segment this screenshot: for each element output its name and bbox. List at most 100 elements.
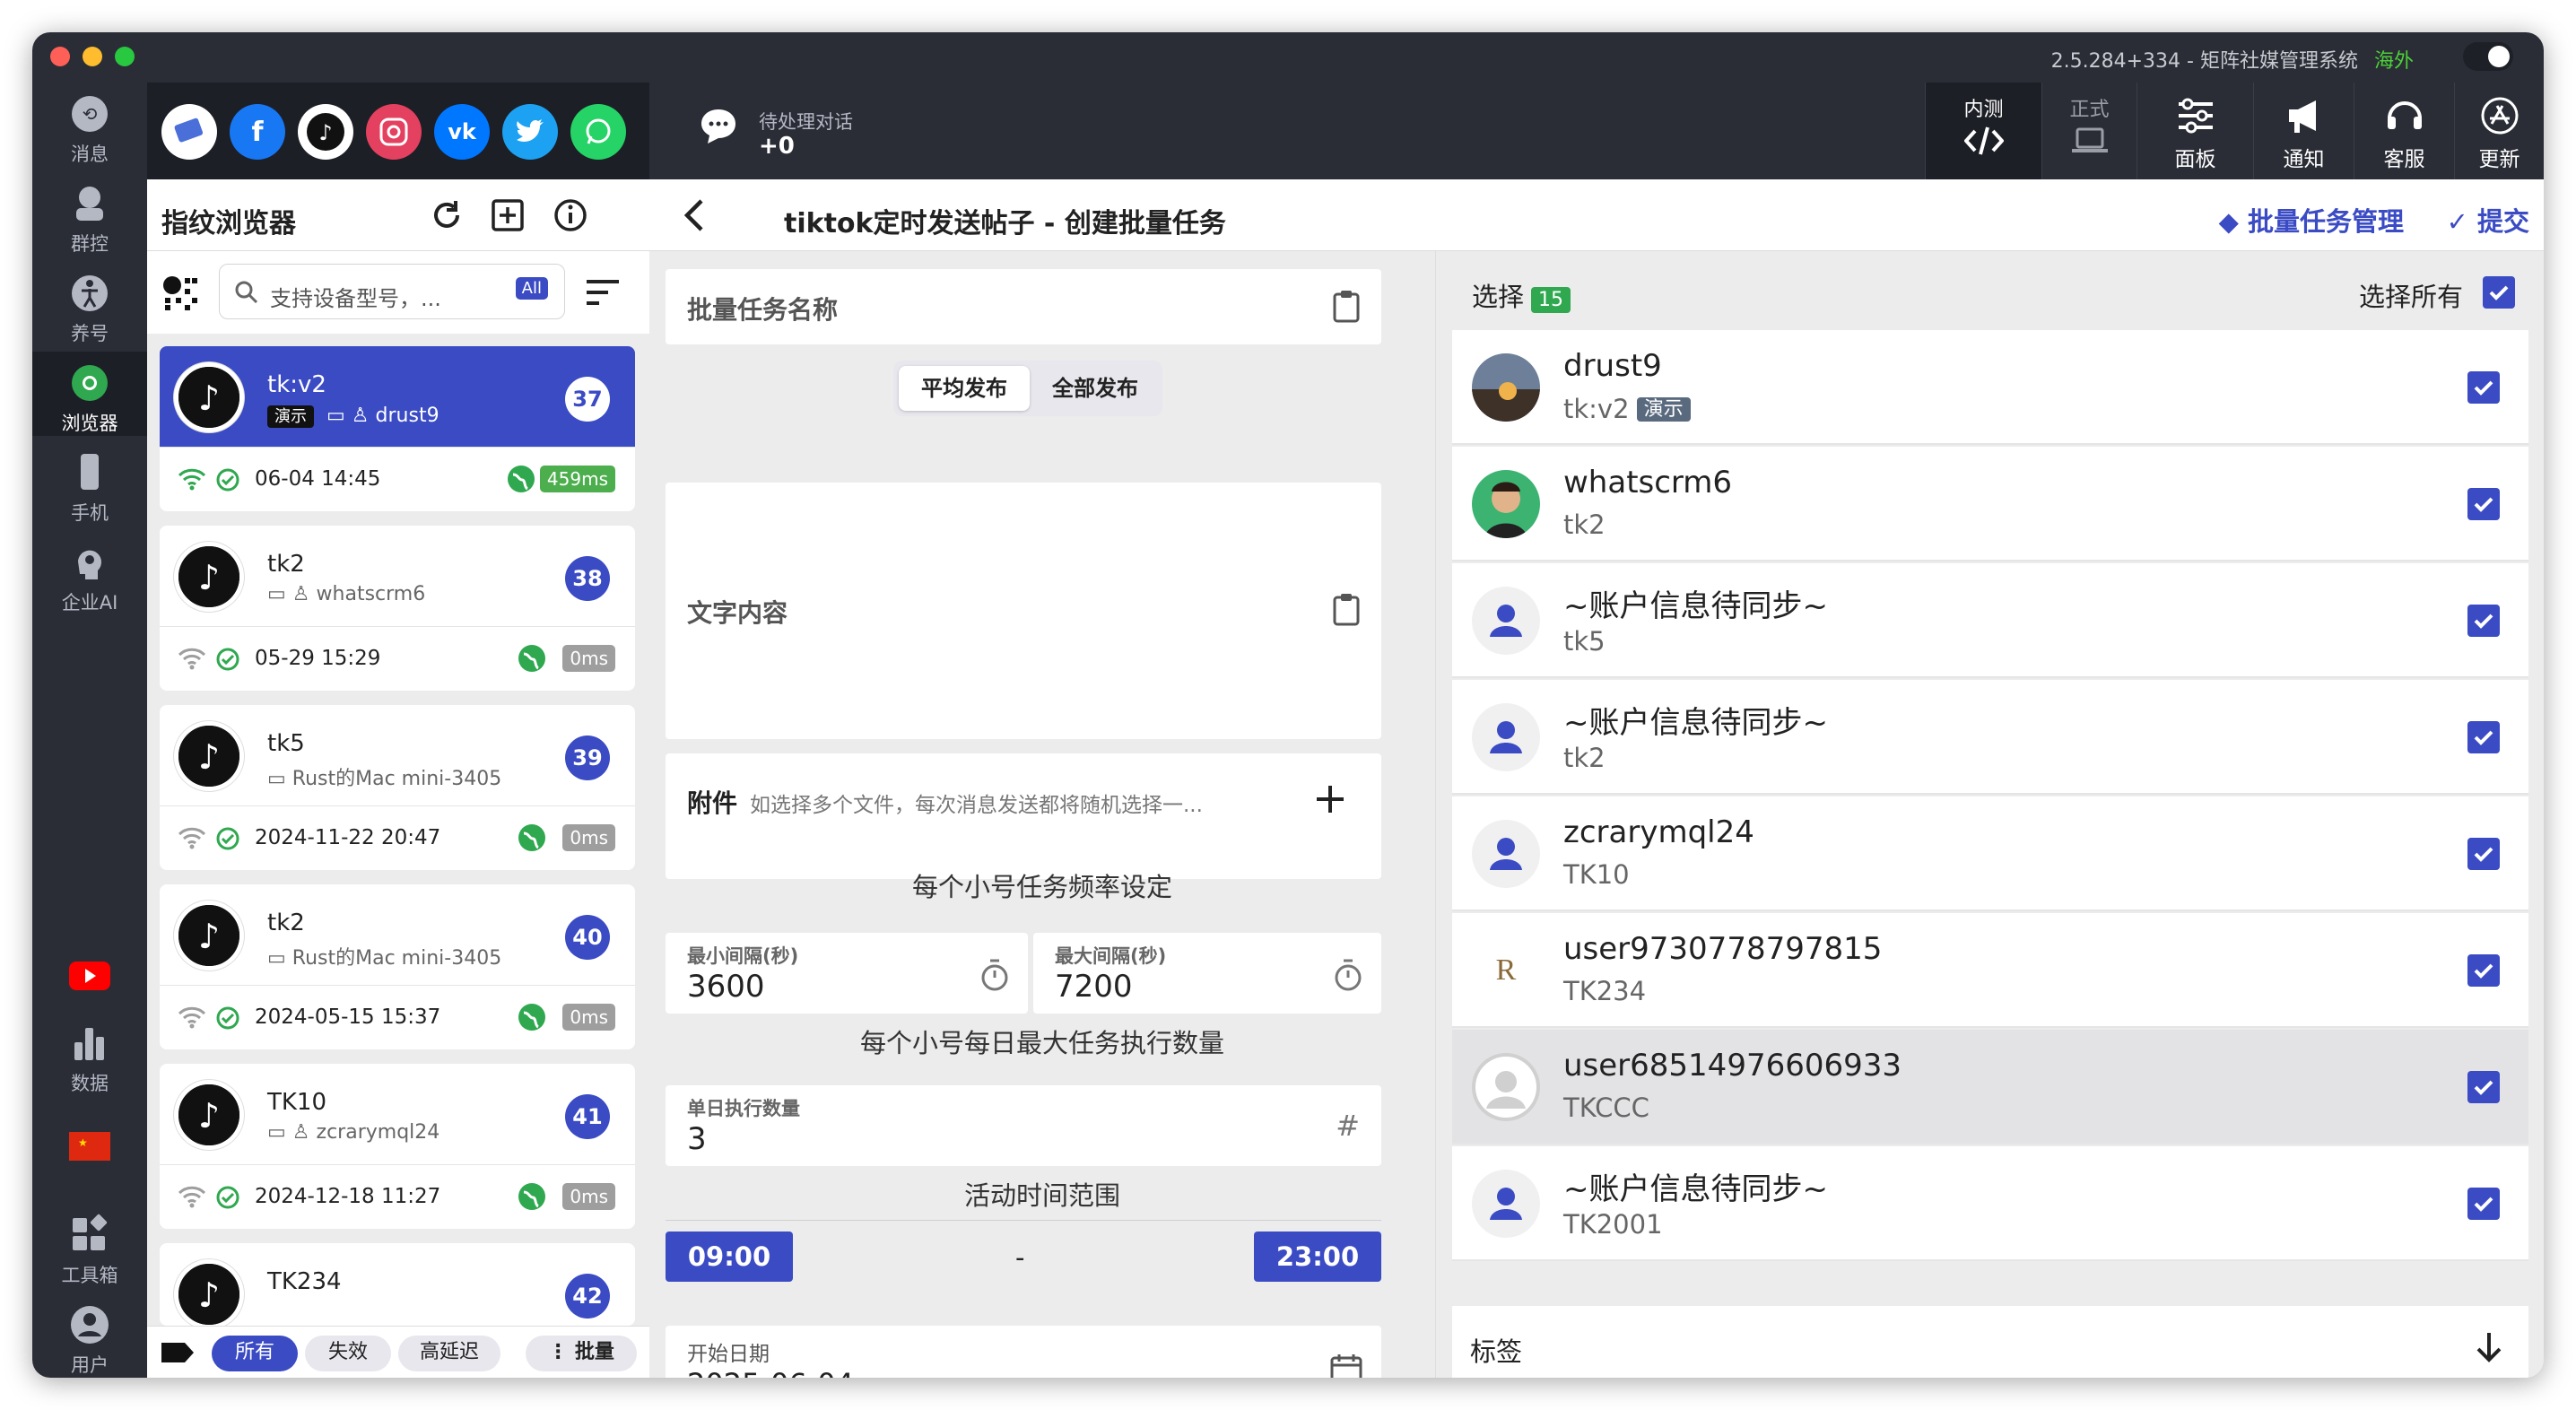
- rail-item-phone[interactable]: 手机: [32, 441, 147, 526]
- mode-all-option[interactable]: 全部发布: [1030, 366, 1161, 411]
- account-row[interactable]: R user9730778797815 TK234: [1452, 913, 2528, 1028]
- close-window-button[interactable]: [50, 47, 70, 66]
- tags-dropdown[interactable]: 标签: [1452, 1306, 2528, 1378]
- attachment-field[interactable]: 附件 如选择多个文件，每次消息发送都将随机选择一...: [666, 753, 1381, 879]
- rail-item-browser[interactable]: 浏览器: [32, 352, 147, 436]
- task-name-field[interactable]: 批量任务名称: [666, 269, 1381, 344]
- add-box-icon[interactable]: [490, 197, 526, 233]
- wifi-icon: [178, 468, 206, 491]
- profile-card[interactable]: ♪ tk2 ▭ Rust的Mac mini-3405 40 2024-05-15…: [160, 884, 635, 1049]
- profile-number: 39: [565, 735, 610, 780]
- twitter-icon[interactable]: [502, 104, 558, 160]
- account-row[interactable]: ~账户信息待同步~ tk5: [1452, 563, 2528, 678]
- account-checkbox[interactable]: [2467, 1071, 2500, 1103]
- account-row[interactable]: drust9 tk:v2 演示: [1452, 330, 2528, 445]
- account-row[interactable]: ~账户信息待同步~ tk2: [1452, 680, 2528, 795]
- filter-all[interactable]: 所有: [212, 1336, 298, 1371]
- rail-item-group-control[interactable]: 群控: [32, 172, 147, 257]
- tiktok-icon[interactable]: ♪: [298, 104, 353, 160]
- last-active-time: 2024-11-22 20:47: [255, 826, 441, 849]
- profile-card[interactable]: ♪ tk2 ▭ ♙ whatscrm6 38 05-29 15:29 0ms: [160, 526, 635, 691]
- panel-button[interactable]: 面板: [2137, 83, 2253, 179]
- profile-card[interactable]: ♪ tk5 ▭ Rust的Mac mini-3405 39 2024-11-22…: [160, 705, 635, 870]
- daily-count-field[interactable]: 单日执行数量 3 #: [666, 1085, 1381, 1166]
- browser-profile-panel: 指纹浏览器 支持设备型号，... All ♪ tk:v2 演示 ▭ ♙ drust…: [147, 179, 649, 1378]
- globe-icon: [508, 466, 535, 492]
- account-row[interactable]: ~账户信息待同步~ TK2001: [1452, 1146, 2528, 1261]
- browser-icon[interactable]: [161, 104, 217, 160]
- search-input[interactable]: 支持设备型号，... All: [219, 264, 565, 319]
- svg-text:★: ★: [78, 1136, 88, 1149]
- notify-button[interactable]: 通知: [2253, 83, 2354, 179]
- account-checkbox[interactable]: [2467, 488, 2500, 520]
- mode-even-option[interactable]: 平均发布: [899, 366, 1030, 411]
- svg-text:⟲: ⟲: [83, 103, 98, 125]
- batch-task-manage-link[interactable]: ◆ 批量任务管理: [2219, 201, 2404, 239]
- vk-icon[interactable]: vk: [434, 104, 490, 160]
- theme-toggle[interactable]: [2463, 42, 2513, 71]
- account-checkbox[interactable]: [2467, 1188, 2500, 1220]
- service-button[interactable]: 客服: [2354, 83, 2454, 179]
- submit-button[interactable]: ✓ 提交: [2447, 201, 2529, 239]
- svg-text:♪: ♪: [198, 1096, 220, 1136]
- qr-grid-icon[interactable]: [161, 274, 201, 314]
- account-checkbox[interactable]: [2467, 721, 2500, 753]
- account-selection-panel: 选择 15 选择所有 drust9 tk:v2 演示 whatscrm6 tk2 ~…: [1435, 251, 2544, 1378]
- back-arrow-icon[interactable]: [676, 196, 716, 235]
- info-icon[interactable]: [553, 197, 588, 233]
- max-interval-field[interactable]: 最大间隔(秒) 7200: [1033, 933, 1381, 1014]
- search-all-badge[interactable]: All: [515, 277, 548, 300]
- start-date-field[interactable]: 开始日期 2025-06-04: [666, 1326, 1381, 1378]
- rail-item-youtube[interactable]: [32, 944, 147, 1001]
- maximize-window-button[interactable]: [115, 47, 135, 66]
- filter-invalid[interactable]: 失效: [305, 1336, 391, 1371]
- pending-conversations[interactable]: 待处理对话 +0: [696, 104, 853, 160]
- text-content-field[interactable]: 文字内容: [666, 483, 1381, 739]
- env-beta-button[interactable]: 内测: [1925, 83, 2041, 179]
- end-time-button[interactable]: 23:00: [1254, 1232, 1381, 1282]
- rail-item-user[interactable]: 用户: [32, 1293, 147, 1378]
- tag-icon[interactable]: [160, 1339, 196, 1366]
- filter-high-latency[interactable]: 高延迟: [398, 1336, 500, 1371]
- minimize-window-button[interactable]: [83, 47, 102, 66]
- account-checkbox[interactable]: [2467, 371, 2500, 404]
- batch-button[interactable]: ⋮ 批量: [526, 1336, 637, 1371]
- rail-item-nurture[interactable]: 养号: [32, 262, 147, 346]
- min-interval-field[interactable]: 最小间隔(秒) 3600: [666, 933, 1028, 1014]
- grid-tools-icon: [73, 1214, 108, 1250]
- account-checkbox[interactable]: [2467, 605, 2500, 637]
- check-circle-icon: [216, 1186, 239, 1209]
- rail-item-toolbox[interactable]: 工具箱: [32, 1204, 147, 1288]
- check-circle-icon: [216, 827, 239, 850]
- rail-item-messages[interactable]: ⟲ 消息: [32, 83, 147, 167]
- plus-icon[interactable]: [1315, 784, 1345, 814]
- refresh-icon[interactable]: [429, 197, 465, 233]
- account-row[interactable]: zcrarymql24 TK10: [1452, 796, 2528, 911]
- profile-card[interactable]: ♪ TK234 42: [160, 1243, 635, 1326]
- whatsapp-icon[interactable]: [570, 104, 626, 160]
- sort-icon[interactable]: [585, 276, 621, 309]
- profile-card[interactable]: ♪ TK10 ▭ ♙ zcrarymql24 41 2024-12-18 11:…: [160, 1064, 635, 1229]
- rail-item-data[interactable]: 数据: [32, 1012, 147, 1096]
- check-circle-icon: [216, 468, 239, 492]
- account-row[interactable]: whatscrm6 tk2: [1452, 447, 2528, 561]
- clipboard-icon[interactable]: [1331, 289, 1362, 323]
- account-checkbox[interactable]: [2467, 838, 2500, 870]
- clipboard-icon[interactable]: [1331, 592, 1362, 626]
- instagram-icon[interactable]: [366, 104, 422, 160]
- calendar-icon[interactable]: [1329, 1353, 1363, 1378]
- env-prod-button[interactable]: 正式: [2041, 83, 2137, 179]
- rail-item-region-flag[interactable]: ★: [32, 1114, 147, 1171]
- demo-badge: 演示: [1636, 397, 1691, 422]
- account-checkbox[interactable]: [2467, 954, 2500, 987]
- start-time-button[interactable]: 09:00: [666, 1232, 793, 1282]
- daily-limit-title: 每个小号每日最大任务执行数量: [859, 1028, 1224, 1058]
- update-button[interactable]: 更新: [2454, 83, 2544, 179]
- facebook-icon[interactable]: f: [230, 104, 285, 160]
- select-all-checkbox[interactable]: [2483, 276, 2515, 309]
- person-walk-icon: [72, 275, 108, 311]
- profile-card[interactable]: ♪ tk:v2 演示 ▭ ♙ drust9 37 06-04 14:45 459m…: [160, 346, 635, 511]
- account-row[interactable]: user68514976606933 TKCCC: [1452, 1030, 2528, 1145]
- rail-item-enterprise-ai[interactable]: 企业AI: [32, 531, 147, 615]
- account-name: ~账户信息待同步~: [1563, 705, 1828, 741]
